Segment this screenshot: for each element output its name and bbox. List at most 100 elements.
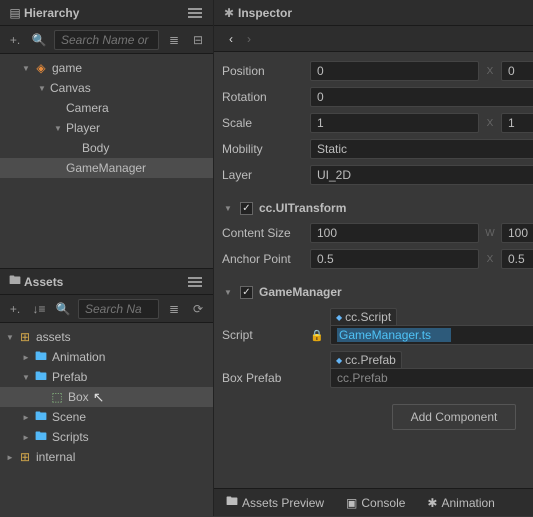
hierarchy-menu-icon[interactable] [185,5,205,21]
console-icon: ▣ [346,496,357,510]
tab-label: Console [361,496,405,510]
assets-node-assets[interactable]: ⊞ assets [0,327,213,347]
prefab-type-tag: ◆cc.Prefab [330,351,402,368]
assets-menu-icon[interactable] [185,274,205,290]
anchor-label: Anchor Point [222,252,304,266]
content-w-input[interactable] [310,223,479,243]
hierarchy-search-input[interactable] [54,30,159,50]
assets-search-input[interactable] [78,299,159,319]
hierarchy-node-player[interactable]: Player [0,118,213,138]
scene-icon: ◈ [34,61,48,75]
section-expand-icon[interactable] [222,202,234,214]
hierarchy-node-canvas[interactable]: Canvas [0,78,213,98]
node-label: Camera [66,101,109,115]
sort-icon[interactable]: ↓≡ [30,300,48,318]
rotation-z-input[interactable] [310,87,533,107]
axis-w-label: W [485,228,495,239]
content-size-label: Content Size [222,226,304,240]
expand-icon[interactable] [20,371,32,383]
add-component-button[interactable]: Add Component [392,404,517,430]
add-node-button[interactable]: +. [6,31,24,49]
expand-icon[interactable] [20,431,32,443]
position-y-input[interactable] [501,61,533,81]
uitransform-enable-checkbox[interactable] [240,202,253,215]
assets-node-scene[interactable]: 🖿 Scene [0,407,213,427]
node-label: Scene [52,410,86,424]
add-component-label: Add Component [411,410,498,424]
expand-icon[interactable] [20,411,32,423]
gamemanager-enable-checkbox[interactable] [240,286,253,299]
position-x-input[interactable] [310,61,479,81]
hierarchy-title-icon: ▤ [8,6,22,20]
cursor-icon: ↖ [93,389,105,406]
scale-label: Scale [222,116,304,130]
layer-label: Layer [222,168,304,182]
assets-node-internal[interactable]: ⊞ internal [0,447,213,467]
spacer [36,391,48,403]
expand-icon[interactable] [4,451,16,463]
folder-icon: 🖿 [34,410,48,424]
node-label: Player [66,121,100,135]
hierarchy-node-camera[interactable]: Camera [0,98,213,118]
content-h-input[interactable] [501,223,533,243]
tab-label: Assets Preview [242,496,324,510]
expand-icon[interactable] [52,122,64,134]
position-label: Position [222,64,304,78]
tab-animation[interactable]: ✱ Animation [421,492,500,514]
assets-node-prefab[interactable]: 🖿 Prefab [0,367,213,387]
node-label: Animation [52,350,105,364]
tab-assets-preview[interactable]: 🖿 Assets Preview [220,488,330,517]
history-back-button[interactable]: ‹ [222,30,240,48]
refresh-icon[interactable]: ⟳ [189,300,207,318]
search-icon: 🔍 [54,300,72,318]
folder-icon: 🖿 [226,492,238,513]
layer-select[interactable]: UI_2D ▾ [310,165,533,185]
expand-icon[interactable] [4,331,16,343]
mobility-value: Static [317,142,347,156]
anchor-x-input[interactable] [310,249,479,269]
assets-node-scripts[interactable]: 🖿 Scripts [0,427,213,447]
expand-icon[interactable] [20,62,32,74]
list-mode-icon[interactable]: ≣ [165,300,183,318]
collapse-all-icon[interactable]: ⊟ [189,31,207,49]
hierarchy-node-body[interactable]: Body [0,138,213,158]
prefab-icon: ⬚ [50,390,64,404]
scale-x-input[interactable] [310,113,479,133]
history-forward-button[interactable]: › [240,30,258,48]
hierarchy-node-gamemanager[interactable]: GameManager [0,158,213,178]
gamemanager-title: GameManager [259,285,533,299]
db-icon: ⊞ [18,330,32,344]
assets-title: Assets [24,275,185,289]
search-icon: 🔍 [30,31,48,49]
folder-icon: 🖿 [34,430,48,444]
inspector-panel: ✱ Inspector ‹ › 📌 Position X Y Rotation … [214,0,533,516]
assets-node-animation[interactable]: 🖿 Animation [0,347,213,367]
list-mode-icon[interactable]: ≣ [165,31,183,49]
hierarchy-node-game[interactable]: ◈ game [0,58,213,78]
scale-y-input[interactable] [501,113,533,133]
hierarchy-title: Hierarchy [24,6,185,20]
add-asset-button[interactable]: +. [6,300,24,318]
lock-icon: 🔒 [310,329,324,345]
axis-x-label: X [485,254,495,265]
node-label: Body [82,141,109,155]
assets-title-icon: 🖿 [8,275,22,289]
expand-icon[interactable] [20,351,32,363]
tab-label: Animation [441,496,494,510]
assets-node-box[interactable]: ⬚ Box ↖ [0,387,213,407]
expand-icon[interactable] [36,82,48,94]
node-label: internal [36,450,75,464]
mobility-label: Mobility [222,142,304,156]
script-reference-field[interactable]: GameManager.ts ↗ [330,325,533,345]
node-label: game [52,61,82,75]
anchor-y-input[interactable] [501,249,533,269]
node-label: Scripts [52,430,89,444]
node-label: Prefab [52,370,87,384]
inspector-title: Inspector [238,6,533,20]
script-label: Script [222,328,304,345]
mobility-select[interactable]: Static ▾ [310,139,533,159]
boxprefab-reference-field[interactable]: cc.Prefab ↗ [330,368,533,388]
tab-console[interactable]: ▣ Console [340,492,411,514]
section-expand-icon[interactable] [222,286,234,298]
axis-x-label: X [485,118,495,129]
